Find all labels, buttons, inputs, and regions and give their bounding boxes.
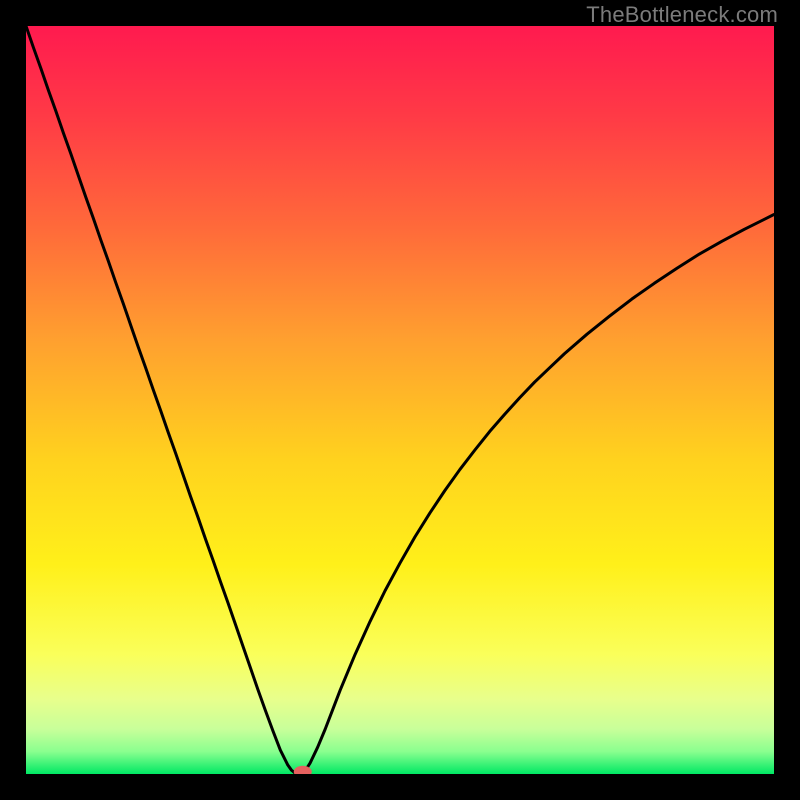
watermark-text: TheBottleneck.com [586,2,778,28]
chart-svg [26,26,774,774]
chart-frame: TheBottleneck.com [0,0,800,800]
chart-background [26,26,774,774]
plot-area [26,26,774,774]
